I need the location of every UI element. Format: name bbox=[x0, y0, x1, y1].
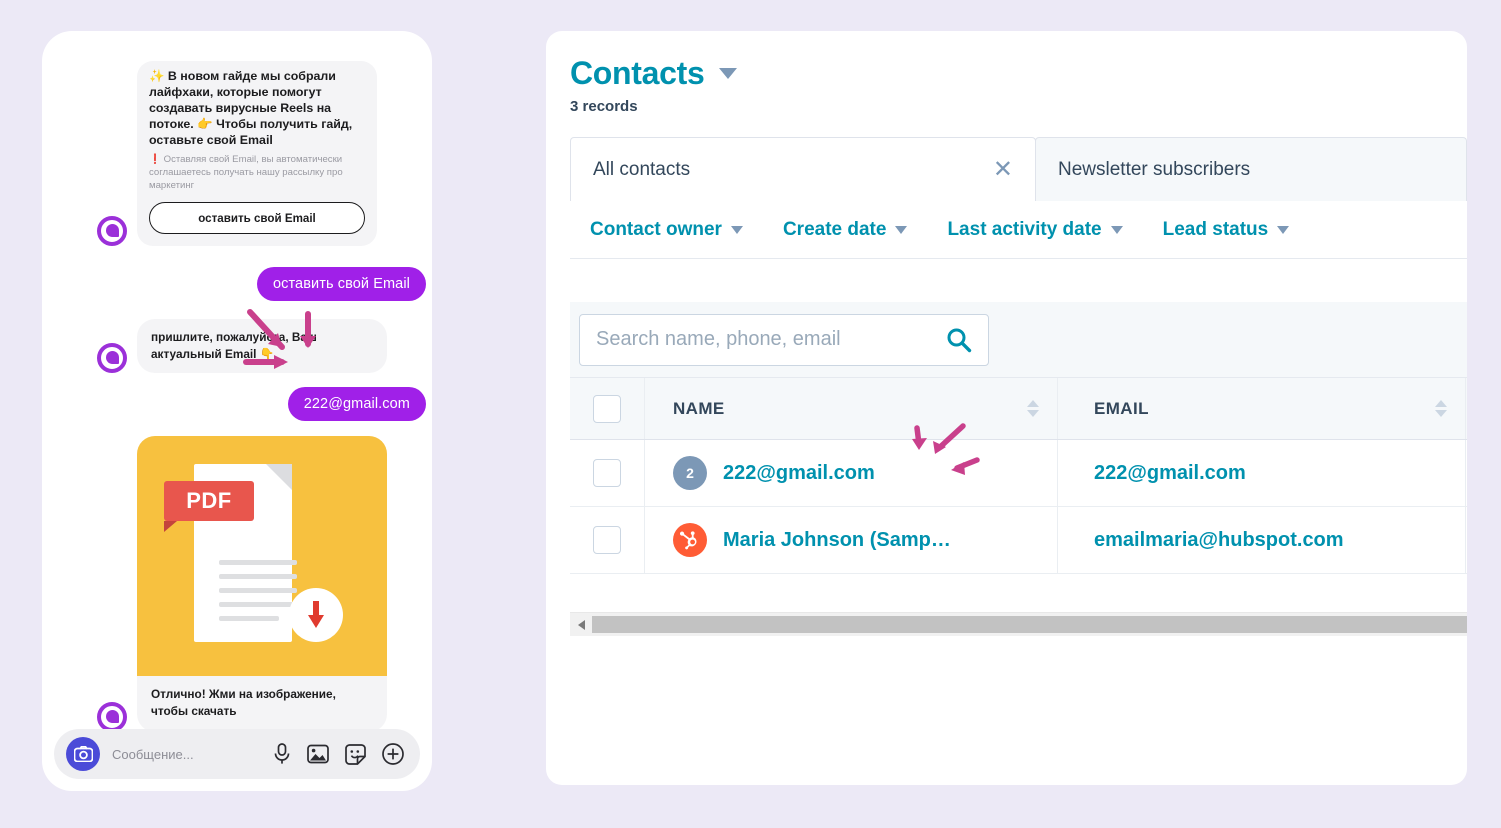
chevron-down-icon bbox=[1277, 225, 1290, 234]
filter-contact-owner[interactable]: Contact owner bbox=[590, 219, 743, 241]
column-header-name[interactable]: NAME bbox=[645, 378, 1058, 439]
cell-email: 222@gmail.com bbox=[1058, 440, 1466, 506]
message-bubble-incoming: пришлите, пожалуйста, Ваш актуальный Ema… bbox=[137, 319, 387, 374]
filter-label: Last activity date bbox=[947, 218, 1102, 240]
search-input[interactable]: Search name, phone, email bbox=[596, 328, 946, 351]
filter-label: Lead status bbox=[1162, 218, 1269, 240]
column-label: NAME bbox=[673, 398, 725, 418]
microphone-icon[interactable] bbox=[273, 743, 291, 765]
column-header-overflow bbox=[1466, 378, 1467, 439]
message-bubble-incoming: PDF Отлично! Жми на изображение, чтобы с… bbox=[137, 436, 387, 732]
chevron-down-icon bbox=[1110, 225, 1123, 234]
filter-bar: Contact owner Create date Last activity … bbox=[570, 201, 1467, 259]
agent-avatar-icon bbox=[97, 216, 127, 247]
camera-icon[interactable] bbox=[66, 737, 100, 771]
message-disclaimer: ❗ Оставляя свой Email, вы автоматически … bbox=[149, 154, 365, 192]
plus-circle-icon[interactable] bbox=[382, 743, 404, 765]
pdf-attachment-thumbnail[interactable]: PDF bbox=[137, 436, 387, 676]
chat-message-agent-pdf: PDF Отлично! Жми на изображение, чтобы с… bbox=[97, 436, 387, 732]
row-checkbox[interactable] bbox=[593, 526, 621, 554]
message-bubble-incoming: ✨ В новом гайде мы собрали лайфхаки, кот… bbox=[137, 61, 377, 247]
document-lines bbox=[194, 464, 297, 642]
message-disclaimer-text: Оставляя свой Email, вы автоматически со… bbox=[149, 154, 343, 191]
hubspot-contacts-panel: Contacts 3 records All contacts ✕ Newsle… bbox=[546, 31, 1467, 785]
scrollbar-thumb[interactable] bbox=[592, 616, 1467, 633]
tab-newsletter-subscribers[interactable]: Newsletter subscribers bbox=[1035, 137, 1467, 201]
tab-all-contacts[interactable]: All contacts ✕ bbox=[570, 137, 1036, 201]
chat-message-agent-ask-email: пришлите, пожалуйста, Ваш актуальный Ema… bbox=[97, 319, 387, 374]
sort-icon[interactable] bbox=[1435, 400, 1447, 417]
filter-lead-status[interactable]: Lead status bbox=[1163, 219, 1290, 241]
chat-message-user-choice: оставить свой Email bbox=[256, 267, 426, 301]
chevron-left-icon[interactable] bbox=[570, 613, 592, 637]
message-text: пришлите, пожалуйста, Ваш актуальный Ema… bbox=[151, 330, 317, 362]
contact-name-link[interactable]: 222@gmail.com bbox=[723, 462, 875, 485]
row-select-cell bbox=[570, 440, 645, 506]
download-arrow-icon bbox=[308, 601, 324, 628]
filter-create-date[interactable]: Create date bbox=[783, 219, 908, 241]
chat-message-agent-guide: ✨ В новом гайде мы собрали лайфхаки, кот… bbox=[97, 61, 432, 247]
sort-icon[interactable] bbox=[1027, 400, 1039, 417]
cell-name: 2 222@gmail.com bbox=[645, 440, 1058, 506]
agent-avatar-icon bbox=[97, 701, 127, 732]
chat-mockup-card: ✨ В новом гайде мы собрали лайфхаки, кот… bbox=[42, 31, 432, 791]
select-all-checkbox[interactable] bbox=[593, 394, 621, 423]
row-select-cell bbox=[570, 507, 645, 573]
attachment-caption: Отлично! Жми на изображение, чтобы скача… bbox=[151, 687, 336, 718]
tab-label: All contacts bbox=[593, 158, 691, 180]
camera-glyph bbox=[73, 746, 93, 762]
sticker-icon[interactable] bbox=[345, 743, 366, 765]
chat-input-bar: Сообщение... bbox=[54, 729, 420, 779]
initial-avatar: 2 bbox=[673, 456, 707, 490]
input-bar-actions bbox=[273, 743, 408, 765]
view-tabs: All contacts ✕ Newsletter subscribers bbox=[570, 137, 1467, 201]
warning-icon: ❗ bbox=[149, 154, 161, 166]
contact-name-link[interactable]: Maria Johnson (Samp… bbox=[723, 529, 951, 552]
cell-overflow bbox=[1466, 507, 1467, 573]
chat-message-list: ✨ В новом гайде мы собрали лайфхаки, кот… bbox=[42, 31, 432, 791]
page-title[interactable]: Contacts bbox=[570, 55, 705, 92]
filter-label: Contact owner bbox=[590, 218, 722, 240]
contact-email-link[interactable]: emailmaria@hubspot.com bbox=[1094, 529, 1344, 552]
message-input[interactable]: Сообщение... bbox=[112, 747, 273, 762]
close-icon[interactable]: ✕ bbox=[993, 157, 1013, 182]
table-row[interactable]: 2 222@gmail.com 222@gmail.com bbox=[570, 440, 1467, 507]
contacts-table: NAME EMAIL 2 222@gmail.com 222@gmail.com… bbox=[570, 378, 1467, 574]
message-bubble-outgoing: 222@gmail.com bbox=[287, 387, 426, 421]
chevron-down-icon bbox=[730, 225, 743, 234]
message-headline: ✨ В новом гайде мы собрали лайфхаки, кот… bbox=[149, 69, 353, 147]
select-all-cell bbox=[570, 378, 645, 439]
chevron-down-icon bbox=[895, 225, 908, 234]
record-count: 3 records bbox=[570, 98, 638, 115]
photo-icon[interactable] bbox=[307, 744, 329, 764]
contact-email-link[interactable]: 222@gmail.com bbox=[1094, 462, 1246, 485]
filter-label: Create date bbox=[782, 218, 887, 240]
column-header-email[interactable]: EMAIL bbox=[1058, 378, 1466, 439]
agent-avatar-icon bbox=[97, 343, 127, 374]
table-row[interactable]: Maria Johnson (Samp… emailmaria@hubspot.… bbox=[570, 507, 1467, 574]
page-title-row: Contacts bbox=[546, 31, 1467, 92]
search-box[interactable]: Search name, phone, email bbox=[579, 313, 989, 366]
filter-last-activity-date[interactable]: Last activity date bbox=[947, 218, 1123, 241]
chat-message-user-email: 222@gmail.com bbox=[287, 387, 426, 421]
search-icon[interactable] bbox=[946, 327, 972, 353]
screenshot-root: ✨ В новом гайде мы собрали лайфхаки, кот… bbox=[0, 0, 1501, 828]
row-checkbox[interactable] bbox=[593, 459, 621, 487]
cell-overflow bbox=[1466, 440, 1467, 506]
table-header-row: NAME EMAIL bbox=[570, 378, 1467, 440]
horizontal-scrollbar[interactable] bbox=[570, 612, 1467, 636]
hubspot-sprocket-icon bbox=[680, 531, 697, 550]
leave-email-button[interactable]: оставить свой Email bbox=[149, 202, 365, 235]
column-label: EMAIL bbox=[1094, 398, 1149, 418]
cell-email: emailmaria@hubspot.com bbox=[1058, 507, 1466, 573]
search-row: Search name, phone, email bbox=[570, 302, 1467, 378]
cell-name: Maria Johnson (Samp… bbox=[645, 507, 1058, 573]
hubspot-sprocket-avatar bbox=[673, 523, 707, 557]
chevron-down-icon[interactable] bbox=[718, 68, 737, 79]
tab-label: Newsletter subscribers bbox=[1058, 158, 1251, 180]
message-bubble-outgoing: оставить свой Email bbox=[256, 267, 426, 301]
